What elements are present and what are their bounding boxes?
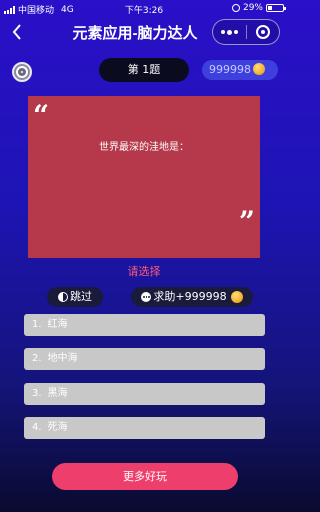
location-icon xyxy=(231,4,240,12)
status-bar: 中国移动 4G 下午3:26 29% xyxy=(0,0,288,16)
option-4[interactable]: 4. 死海 xyxy=(24,417,265,439)
option-number: 1. xyxy=(32,319,42,330)
choose-prompt: 请选择 xyxy=(127,265,161,278)
option-text: 黑海 xyxy=(47,388,68,399)
mini-program-capsule xyxy=(212,19,280,45)
option-3[interactable]: 3. 黑海 xyxy=(24,383,265,405)
skip-label: 跳过 xyxy=(70,290,92,303)
quote-close-icon: ” xyxy=(238,205,255,238)
nav-bar: 元素应用-脑力达人 xyxy=(0,18,288,46)
option-text: 红海 xyxy=(47,319,68,330)
coin-icon xyxy=(253,63,265,75)
option-1[interactable]: 1. 红海 xyxy=(24,314,265,336)
option-number: 2. xyxy=(32,353,42,364)
option-text: 地中海 xyxy=(47,353,78,364)
quote-open-icon: “ xyxy=(33,99,50,132)
coin-balance: 999998 xyxy=(202,60,278,80)
option-text: 死海 xyxy=(47,422,68,433)
help-label: 求助+999998 xyxy=(153,290,227,303)
help-button[interactable]: 求助+999998 xyxy=(131,287,253,307)
coin-icon xyxy=(230,291,243,303)
question-number: 第 1题 xyxy=(99,58,189,82)
half-moon-icon xyxy=(58,292,68,302)
back-icon[interactable] xyxy=(6,20,28,44)
option-number: 3. xyxy=(32,388,42,399)
close-capsule-icon[interactable] xyxy=(247,25,279,39)
question-text: 世界最深的洼地是： xyxy=(99,142,189,153)
page-title: 元素应用-脑力达人 xyxy=(72,25,198,42)
more-fun-button[interactable]: 更多好玩 xyxy=(52,463,238,490)
chat-icon xyxy=(141,292,152,302)
more-icon[interactable] xyxy=(213,29,246,35)
battery-icon xyxy=(266,4,286,12)
coin-count: 999998 xyxy=(209,63,251,76)
skip-button[interactable]: 跳过 xyxy=(47,287,103,307)
music-icon[interactable] xyxy=(12,62,32,82)
question-card: “ 世界最深的洼地是： ” xyxy=(28,96,260,258)
battery-percent: 29% xyxy=(242,3,263,13)
option-2[interactable]: 2. 地中海 xyxy=(24,348,265,370)
option-number: 4. xyxy=(32,422,42,433)
